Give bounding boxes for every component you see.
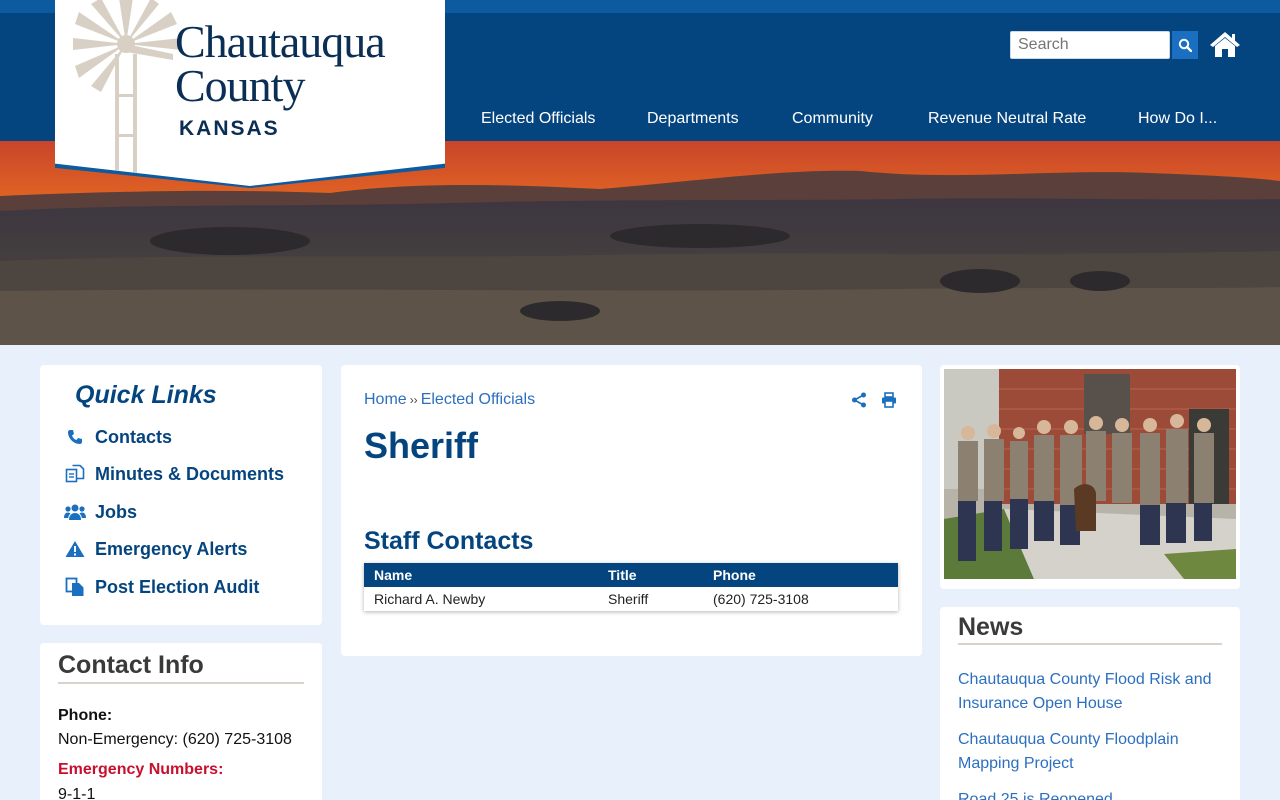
phone-icon <box>64 426 86 448</box>
staff-contacts-table: Name Title Phone Richard A. Newby Sherif… <box>364 563 898 611</box>
sheriff-staff-photo-panel <box>940 365 1240 589</box>
share-button[interactable] <box>851 392 867 413</box>
quick-link-emergency-alerts[interactable]: Emergency Alerts <box>64 538 247 560</box>
column-header-phone: Phone <box>703 563 898 587</box>
search-button[interactable] <box>1172 31 1198 59</box>
main-content: Home ›› Elected Officials Sheriff Staff Co… <box>341 365 922 656</box>
site-logo[interactable]: Chautauqua County KANSAS <box>55 0 445 186</box>
contact-info-panel: Contact Info Phone: Non-Emergency: (620)… <box>40 643 322 800</box>
news-item-link[interactable]: Road 25 is Reopened <box>958 788 1226 800</box>
staff-title: Sheriff <box>598 587 703 611</box>
print-icon <box>882 392 896 408</box>
breadcrumb: Home ›› Elected Officials <box>364 391 535 409</box>
quick-links-title: Quick Links <box>75 381 217 409</box>
nav-community[interactable]: Community <box>792 110 873 128</box>
logo-name-line2: County <box>175 60 305 111</box>
home-button[interactable] <box>1209 30 1241 60</box>
quick-link-label: Minutes & Documents <box>95 463 285 484</box>
staff-contacts-heading: Staff Contacts <box>364 527 534 555</box>
news-item-link[interactable]: Chautauqua County Floodplain Mapping Pro… <box>958 728 1226 776</box>
news-title: News <box>958 613 1222 645</box>
nav-departments[interactable]: Departments <box>647 110 739 128</box>
quick-link-post-election-audit[interactable]: Post Election Audit <box>64 576 259 598</box>
page-title: Sheriff <box>364 425 479 466</box>
share-icon <box>852 392 866 408</box>
staff-phone: (620) 725-3108 <box>703 587 898 611</box>
search-input[interactable] <box>1010 31 1170 59</box>
table-row: Richard A. Newby Sheriff (620) 725-3108 <box>364 587 898 611</box>
quick-link-contacts[interactable]: Contacts <box>64 426 172 448</box>
logo-name-line1: Chautauqua <box>175 16 386 67</box>
quick-link-label: Jobs <box>95 501 138 522</box>
home-icon <box>1210 32 1240 57</box>
page-tools <box>851 392 897 413</box>
nav-elected-officials[interactable]: Elected Officials <box>481 110 595 128</box>
column-header-title: Title <box>598 563 703 587</box>
print-button[interactable] <box>881 392 897 413</box>
users-icon <box>64 501 86 523</box>
emergency-number: 9-1-1 <box>58 786 96 800</box>
search-icon <box>1178 38 1192 52</box>
windmill-icon <box>73 0 181 174</box>
breadcrumb-home[interactable]: Home <box>364 391 407 408</box>
quick-link-minutes-documents[interactable]: Minutes & Documents <box>64 463 284 485</box>
quick-link-label: Emergency Alerts <box>95 538 248 559</box>
documents-icon <box>64 463 86 485</box>
sheriff-staff-photo <box>944 369 1236 579</box>
news-item-link[interactable]: Chautauqua County Flood Risk and Insuran… <box>958 668 1226 716</box>
warning-icon <box>64 538 86 560</box>
logo-state: KANSAS <box>179 117 280 140</box>
quick-link-jobs[interactable]: Jobs <box>64 501 137 523</box>
contact-info-title: Contact Info <box>58 651 304 684</box>
phone-label: Phone: <box>58 707 113 724</box>
nav-how-do-i[interactable]: How Do I... <box>1138 110 1217 128</box>
news-panel: News Chautauqua County Flood Risk and In… <box>940 607 1240 800</box>
nav-revenue-neutral-rate[interactable]: Revenue Neutral Rate <box>928 110 1086 128</box>
breadcrumb-elected-officials[interactable]: Elected Officials <box>421 391 535 408</box>
table-header-row: Name Title Phone <box>364 563 898 587</box>
column-header-name: Name <box>364 563 598 587</box>
non-emergency-phone: Non-Emergency: (620) 725-3108 <box>58 731 292 748</box>
file-copy-icon <box>64 576 86 598</box>
quick-link-label: Post Election Audit <box>95 576 260 597</box>
quick-links-panel: Quick Links Contacts Minutes & Documents… <box>40 365 322 625</box>
quick-link-label: Contacts <box>95 426 173 447</box>
breadcrumb-separator: ›› <box>409 393 418 407</box>
emergency-numbers-label: Emergency Numbers: <box>58 761 224 778</box>
staff-name[interactable]: Richard A. Newby <box>364 587 598 611</box>
